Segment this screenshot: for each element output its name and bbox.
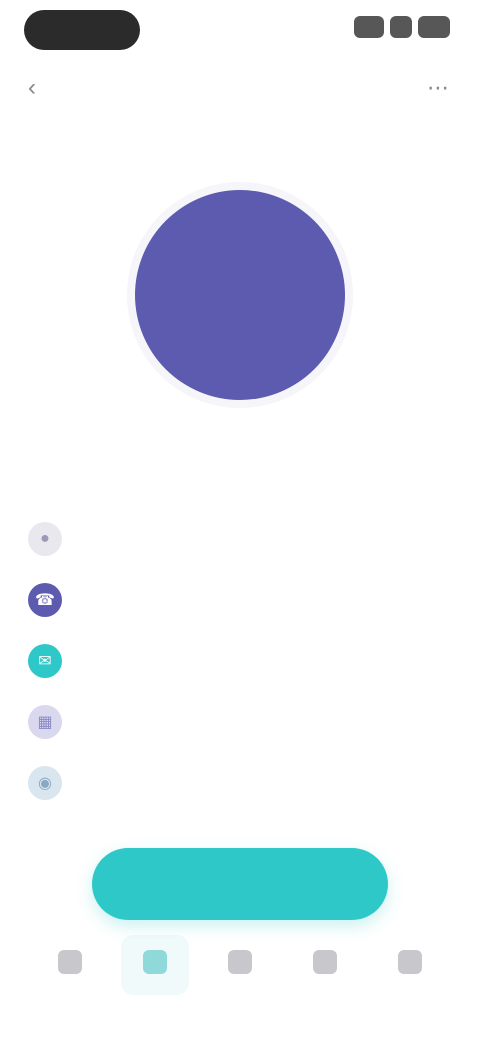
detail-row-mail[interactable]: ✉ [28, 630, 452, 691]
battery-icon [418, 16, 450, 38]
nav-item-calendar[interactable] [291, 935, 359, 995]
detail-row-phone[interactable]: ☎ [28, 569, 452, 630]
bottom-nav [36, 930, 444, 1000]
calendar-icon: ▦ [28, 704, 62, 739]
nav-item-settings[interactable] [376, 935, 444, 995]
details-list: ● ☎ ✉ ▦ ◉ [28, 508, 452, 813]
detail-row-user[interactable]: ● [28, 508, 452, 569]
nav-item-chat[interactable] [206, 935, 274, 995]
primary-action-button[interactable] [92, 848, 388, 920]
signal-icon [354, 16, 384, 38]
home-icon [58, 950, 82, 974]
contacts-icon [143, 950, 167, 974]
avatar[interactable] [135, 190, 345, 400]
nav-item-home[interactable] [36, 935, 104, 995]
nav-item-contacts[interactable] [121, 935, 189, 995]
user-icon: ● [28, 521, 62, 556]
phone-icon: ☎ [28, 582, 62, 617]
detail-row-calendar[interactable]: ▦ [28, 691, 452, 752]
calendar-icon [313, 950, 337, 974]
status-indicators [354, 16, 450, 38]
chat-icon [228, 950, 252, 974]
location-icon: ◉ [28, 765, 62, 800]
header: ‹ ⋯ [0, 60, 480, 116]
wifi-icon [390, 16, 412, 38]
mail-icon: ✉ [28, 643, 62, 678]
screen: ‹ ⋯ ● ☎ ✉ ▦ ◉ [0, 0, 480, 1040]
status-pill [24, 10, 140, 50]
back-icon[interactable]: ‹ [28, 74, 56, 102]
settings-icon [398, 950, 422, 974]
status-bar [0, 0, 480, 60]
detail-row-location[interactable]: ◉ [28, 752, 452, 813]
more-icon[interactable]: ⋯ [424, 74, 452, 102]
